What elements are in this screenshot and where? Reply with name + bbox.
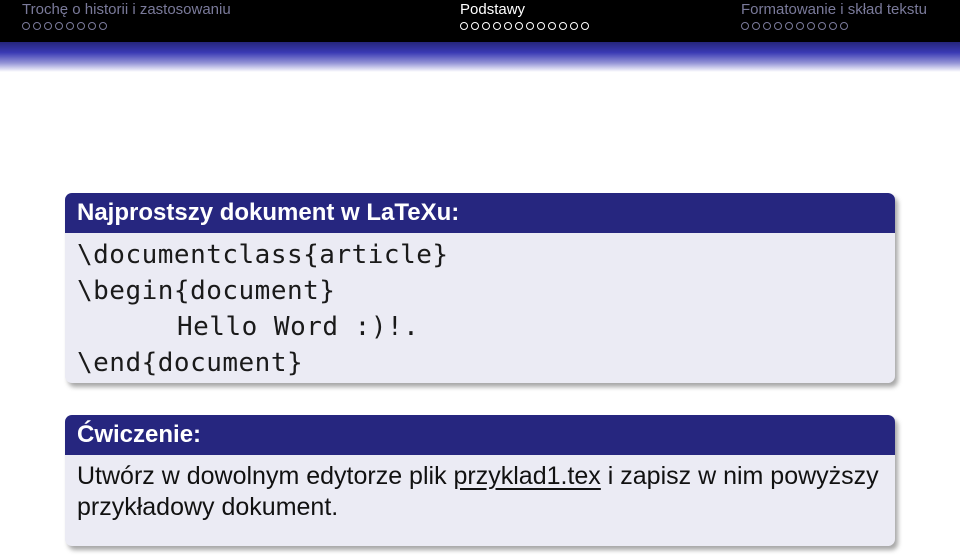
nav-frame-dot[interactable] bbox=[44, 22, 52, 30]
nav-frame-dot[interactable] bbox=[548, 22, 556, 30]
code-example-body: \documentclass{article} \begin{document}… bbox=[65, 233, 895, 383]
nav-frame-dot[interactable] bbox=[570, 22, 578, 30]
nav-section-basics-dots bbox=[460, 22, 589, 32]
exercise-block: Ćwiczenie: Utwórz w dowolnym edytorze pl… bbox=[65, 415, 895, 546]
nav-frame-dot[interactable] bbox=[22, 22, 30, 30]
nav-frame-dot[interactable] bbox=[752, 22, 760, 30]
nav-frame-dot[interactable] bbox=[66, 22, 74, 30]
nav-frame-dot[interactable] bbox=[796, 22, 804, 30]
nav-frame-dot[interactable] bbox=[471, 22, 479, 30]
exercise-filename: przyklad1.tex bbox=[453, 462, 601, 490]
nav-frame-dot[interactable] bbox=[526, 22, 534, 30]
nav-frame-dot[interactable] bbox=[33, 22, 41, 30]
nav-frame-dot[interactable] bbox=[515, 22, 523, 30]
headline-gradient-bar bbox=[0, 42, 960, 72]
code-example-title: Najprostszy dokument w LaTeXu: bbox=[65, 193, 895, 233]
nav-frame-dot[interactable] bbox=[785, 22, 793, 30]
nav-section-history-title[interactable]: Trochę o historii i zastosowaniu bbox=[22, 1, 231, 18]
nav-section-formatting-dots bbox=[741, 22, 848, 32]
nav-frame-dot[interactable] bbox=[818, 22, 826, 30]
nav-frame-dot[interactable] bbox=[493, 22, 501, 30]
nav-frame-dot[interactable] bbox=[774, 22, 782, 30]
nav-frame-dot[interactable] bbox=[99, 22, 107, 30]
nav-frame-dot[interactable] bbox=[88, 22, 96, 30]
nav-frame-dot[interactable] bbox=[763, 22, 771, 30]
exercise-body: Utwórz w dowolnym edytorze plik przyklad… bbox=[65, 455, 895, 531]
code-line-begin-document: \begin{document} bbox=[77, 276, 336, 306]
navigation-header: Trochę o historii i zastosowaniu Podstaw… bbox=[0, 0, 960, 42]
code-line-documentclass: \documentclass{article} bbox=[77, 240, 449, 270]
nav-frame-dot[interactable] bbox=[537, 22, 545, 30]
nav-section-formatting-title[interactable]: Formatowanie i skład tekstu bbox=[741, 1, 927, 18]
nav-section-basics-title[interactable]: Podstawy bbox=[460, 1, 525, 18]
exercise-text-before: Utwórz w dowolnym edytorze plik bbox=[77, 462, 454, 490]
nav-frame-dot[interactable] bbox=[581, 22, 589, 30]
exercise-title: Ćwiczenie: bbox=[65, 415, 895, 455]
nav-frame-dot[interactable] bbox=[77, 22, 85, 30]
nav-frame-dot[interactable] bbox=[55, 22, 63, 30]
nav-section-history-dots bbox=[22, 22, 107, 32]
nav-frame-dot[interactable] bbox=[504, 22, 512, 30]
nav-frame-dot[interactable] bbox=[741, 22, 749, 30]
nav-frame-dot[interactable] bbox=[559, 22, 567, 30]
code-line-end-document: \end{document} bbox=[77, 348, 304, 378]
code-line-hello-word: Hello Word :)!. bbox=[177, 312, 420, 342]
nav-frame-dot[interactable] bbox=[829, 22, 837, 30]
nav-frame-dot[interactable] bbox=[482, 22, 490, 30]
nav-frame-dot[interactable] bbox=[840, 22, 848, 30]
code-example-block: Najprostszy dokument w LaTeXu: \document… bbox=[65, 193, 895, 383]
nav-frame-dot[interactable] bbox=[807, 22, 815, 30]
nav-frame-dot[interactable] bbox=[460, 22, 468, 30]
